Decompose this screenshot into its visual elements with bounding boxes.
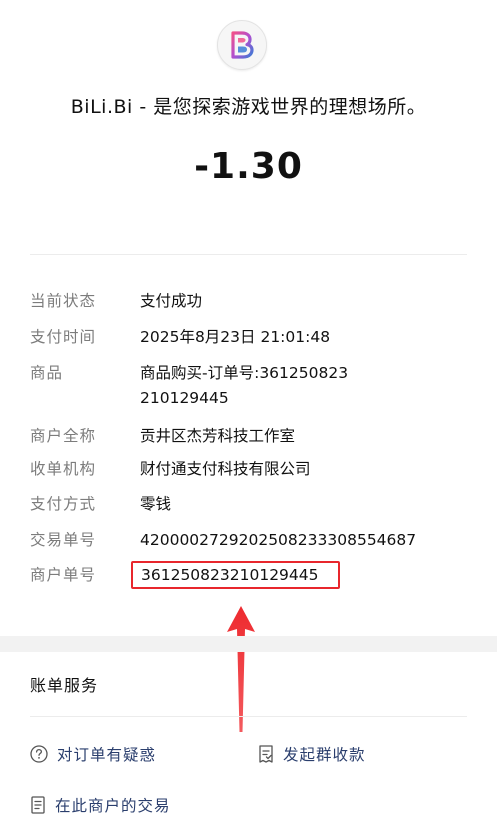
detail-label: 支付时间 xyxy=(30,328,97,346)
group-collection-link[interactable]: 发起群收款 xyxy=(258,743,366,765)
annotation-highlight-box xyxy=(131,561,340,589)
section-separator xyxy=(0,636,497,652)
service-label: 发起群收款 xyxy=(283,746,366,764)
question-circle-icon xyxy=(30,745,48,763)
detail-label: 商品 xyxy=(30,364,64,382)
detail-value: 2025年8月23日 21:01:48 xyxy=(140,328,331,346)
divider xyxy=(30,254,467,255)
detail-label: 当前状态 xyxy=(30,292,97,310)
merchant-transactions-link[interactable]: 在此商户的交易 xyxy=(30,794,171,816)
detail-value: 零钱 xyxy=(140,495,172,513)
detail-value: 贡井区杰芳科技工作室 xyxy=(140,427,296,445)
detail-label: 收单机构 xyxy=(30,460,97,478)
list-document-icon xyxy=(31,796,45,814)
detail-label: 商户单号 xyxy=(30,566,97,584)
service-label: 对订单有疑惑 xyxy=(57,746,157,764)
bilibi-logo-icon xyxy=(231,31,254,59)
detail-label: 交易单号 xyxy=(30,531,97,549)
detail-value: 财付通支付科技有限公司 xyxy=(140,460,311,478)
receipt-icon xyxy=(259,745,273,763)
divider xyxy=(30,716,467,717)
merchant-title: BiLi.Bi - 是您探索游戏世界的理想场所。 xyxy=(70,96,427,118)
detail-value: 商品购买-订单号:361250823210129445 xyxy=(140,364,349,407)
detail-label: 支付方式 xyxy=(30,495,97,513)
detail-value: 支付成功 xyxy=(140,292,203,310)
detail-value: 4200002729202508233308554687 xyxy=(140,531,417,549)
order-question-link[interactable]: 对订单有疑惑 xyxy=(30,743,156,765)
up-arrow-icon xyxy=(227,606,255,732)
bill-services-title: 账单服务 xyxy=(30,676,99,695)
payment-amount: -1.30 xyxy=(194,146,303,187)
service-label: 在此商户的交易 xyxy=(55,797,171,815)
merchant-logo xyxy=(217,20,267,70)
detail-label: 商户全称 xyxy=(30,427,97,445)
